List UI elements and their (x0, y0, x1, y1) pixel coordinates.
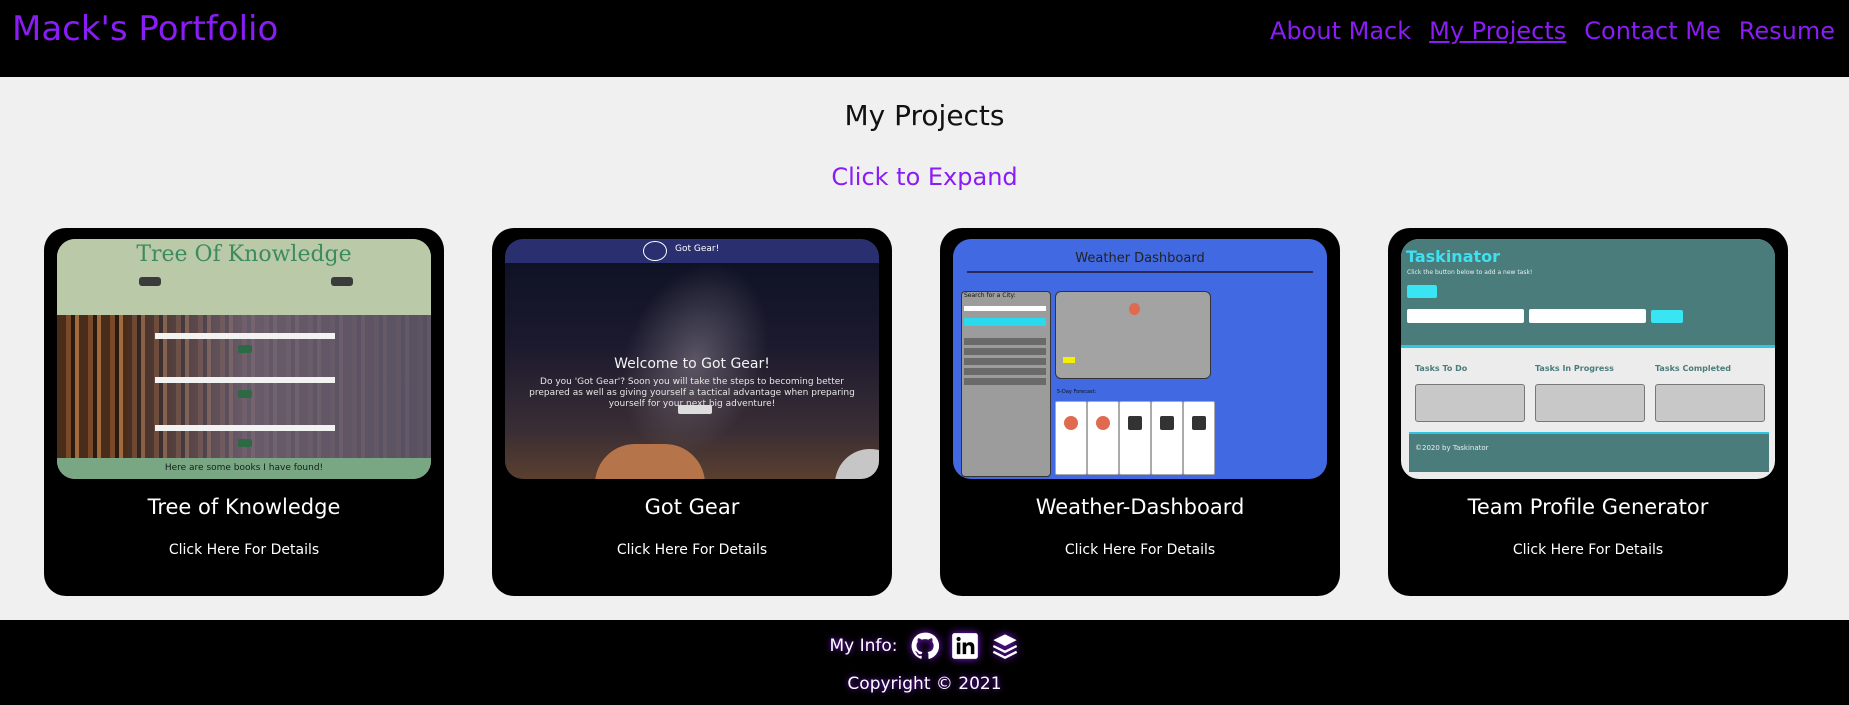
brand-title[interactable]: Mack's Portfolio (12, 9, 278, 49)
thumb-search-label: Search for a City: (964, 292, 1016, 299)
thumb-cta-button (678, 405, 712, 414)
project-card-weather-dashboard[interactable]: Weather Dashboard Search for a City: 5-D… (940, 228, 1340, 596)
thumb-go-button (238, 439, 252, 447)
thumb-footer-bar (1409, 432, 1769, 472)
nav-resume[interactable]: Resume (1739, 17, 1835, 45)
thumb-field (155, 377, 335, 383)
project-card-tree-of-knowledge[interactable]: Tree Of Knowledge Here are some books I … (44, 228, 444, 596)
forecast-card (1151, 401, 1183, 475)
card-details-link[interactable]: Click Here For Details (940, 542, 1340, 558)
thumb-history-item (964, 368, 1046, 375)
thumb-field (155, 425, 335, 431)
thumb-task-name-input (1407, 309, 1524, 323)
my-info-label: My Info: (829, 636, 898, 656)
thumb-bar-title: Got Gear! (675, 244, 720, 254)
forecast-card (1087, 401, 1119, 475)
thumb-button (331, 277, 353, 286)
thumb-task-column (1415, 384, 1525, 422)
thumb-column-heading: Tasks To Do (1415, 364, 1468, 373)
card-title: Team Profile Generator (1467, 495, 1709, 519)
card-title: Tree of Knowledge (147, 495, 341, 519)
project-thumbnail: Got Gear! Welcome to Got Gear! Do you 'G… (505, 239, 879, 479)
uv-badge (1063, 357, 1075, 363)
site-footer: My Info: Copyright © 2021 (0, 620, 1849, 705)
thumb-footer: Here are some books I have found! (57, 458, 431, 479)
project-card-team-profile-generator[interactable]: Taskinator Click the button below to add… (1388, 228, 1788, 596)
thumb-field (155, 333, 335, 339)
thumb-go-button (238, 345, 252, 353)
forecast-card (1183, 401, 1215, 475)
copyright-text: Copyright © 2021 (847, 674, 1002, 694)
thumb-history-item (964, 348, 1046, 355)
thumb-welcome: Welcome to Got Gear! (614, 356, 770, 372)
thumb-column-heading: Tasks In Progress (1535, 364, 1614, 373)
page-title: My Projects (844, 99, 1005, 132)
thumb-search-button (964, 318, 1046, 326)
linkedin-icon[interactable] (950, 631, 980, 661)
tent-image (835, 449, 879, 479)
thumb-subtitle: Click the button below to add a new task… (1407, 269, 1533, 276)
project-thumbnail: Tree Of Knowledge Here are some books I … (57, 239, 431, 479)
card-details-link[interactable]: Click Here For Details (44, 542, 444, 558)
card-details-link[interactable]: Click Here For Details (492, 542, 892, 558)
thumb-search-input (964, 306, 1046, 311)
project-thumbnail: Weather Dashboard Search for a City: 5-D… (953, 239, 1327, 479)
thumb-heading: Taskinator (1406, 247, 1501, 266)
thumb-task-column (1535, 384, 1645, 422)
project-thumbnail: Taskinator Click the button below to add… (1401, 239, 1775, 479)
card-details-link[interactable]: Click Here For Details (1388, 542, 1788, 558)
thumb-search-panel: Search for a City: (961, 291, 1051, 477)
my-info-row: My Info: (0, 631, 1849, 661)
thumb-task-type-select (1529, 309, 1646, 323)
thumb-add-task-button (1407, 285, 1437, 298)
weather-icon (1129, 303, 1140, 315)
thumb-heading: Weather Dashboard (967, 251, 1313, 273)
main-nav: About Mack My Projects Contact Me Resume (1270, 17, 1835, 45)
nav-about-mack[interactable]: About Mack (1270, 17, 1411, 45)
thumb-go-button (238, 390, 252, 398)
thumb-history-item (964, 338, 1046, 345)
expand-hint: Click to Expand (831, 163, 1018, 191)
thumb-forecast-label: 5-Day Forecast: (1057, 389, 1097, 395)
thumb-button (139, 277, 161, 286)
nav-contact-me[interactable]: Contact Me (1584, 17, 1720, 45)
projects-section: My Projects Click to Expand Tree Of Know… (0, 77, 1849, 620)
github-icon[interactable] (910, 631, 940, 661)
stack-layers-icon[interactable] (990, 631, 1020, 661)
thumb-add-task-button (1651, 310, 1683, 323)
thumb-history-item (964, 358, 1046, 365)
thumb-footer: ©2020 by Taskinator (1415, 444, 1489, 452)
card-title: Got Gear (644, 495, 740, 519)
thumb-heading: Tree Of Knowledge (136, 242, 352, 267)
card-title: Weather-Dashboard (1035, 495, 1245, 519)
nav-my-projects[interactable]: My Projects (1429, 17, 1566, 45)
forecast-card (1119, 401, 1151, 475)
project-card-got-gear[interactable]: Got Gear! Welcome to Got Gear! Do you 'G… (492, 228, 892, 596)
thumb-column-heading: Tasks Completed (1655, 364, 1732, 373)
got-gear-logo (643, 241, 667, 261)
forecast-card (1055, 401, 1087, 475)
thumb-task-column (1655, 384, 1765, 422)
thumb-history-item (964, 378, 1046, 385)
site-header: Mack's Portfolio About Mack My Projects … (0, 0, 1849, 77)
